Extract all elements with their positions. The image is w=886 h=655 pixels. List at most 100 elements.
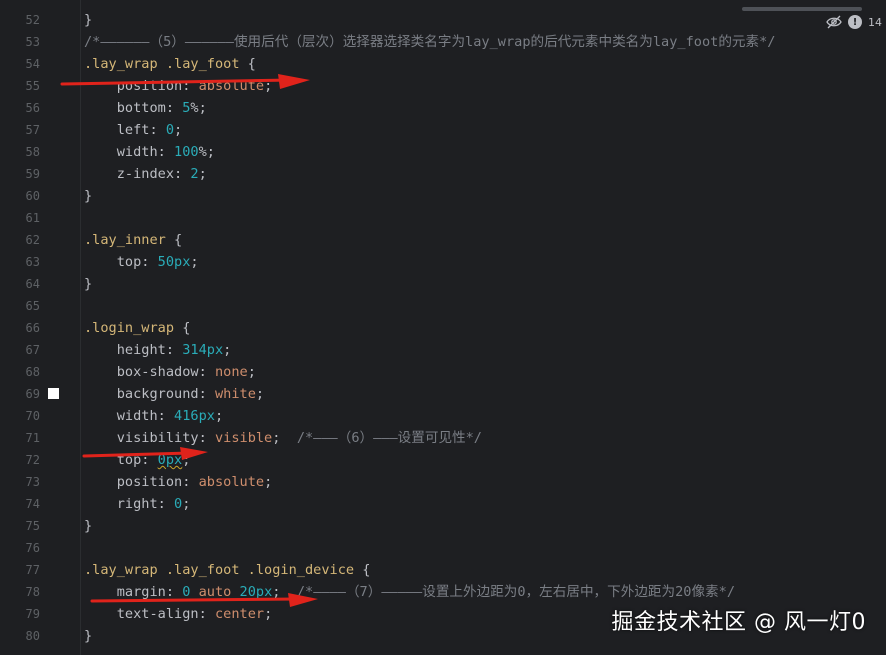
code-text: position: absolute;: [84, 75, 273, 97]
code-token: ;: [264, 78, 273, 94]
code-text: margin: 0 auto 20px; /*————（7）—————设置上外边…: [84, 581, 735, 603]
line-number: 54: [25, 57, 40, 71]
code-token: }: [84, 188, 93, 204]
code-line[interactable]: 53 /*——————（5）——————使用后代（层次）选择器选择类名字为lay_…: [0, 31, 886, 53]
code-line[interactable]: 62 .lay_inner {: [0, 229, 886, 251]
code-line[interactable]: 69 background: white;: [0, 383, 886, 405]
code-token: :: [149, 122, 166, 138]
code-text: text-align: center;: [84, 603, 273, 625]
code-line[interactable]: 61: [0, 207, 886, 229]
code-token: /*———（6）———设置可见性*/: [296, 430, 482, 446]
code-line[interactable]: 57 left: 0;: [0, 119, 886, 141]
code-line[interactable]: 74 right: 0;: [0, 493, 886, 515]
code-line[interactable]: 76: [0, 537, 886, 559]
code-token: position: [84, 474, 183, 490]
line-number: 56: [25, 101, 40, 115]
code-line[interactable]: 72 top: 0px;: [0, 449, 886, 471]
code-text: .lay_wrap .lay_foot .login_device {: [84, 559, 370, 581]
code-token: :: [141, 254, 158, 270]
code-token: /*————（7）—————设置上外边距为0，左右居中，下外边距为20像素*/: [296, 584, 736, 600]
code-token: right: [84, 496, 158, 512]
code-token: :: [198, 386, 215, 402]
code-token: margin: [84, 584, 166, 600]
code-token: ;: [272, 430, 297, 446]
code-line[interactable]: 66 .login_wrap {: [0, 317, 886, 339]
code-token: {: [239, 56, 256, 72]
code-token: ;: [198, 166, 207, 182]
code-line[interactable]: 64}: [0, 273, 886, 295]
line-number: 55: [25, 79, 40, 93]
watermark: 掘金技术社区 @ 风一灯0: [611, 610, 866, 635]
code-token: z-index: [84, 166, 175, 182]
code-token: top: [84, 452, 142, 468]
code-token: left: [84, 122, 150, 138]
code-line[interactable]: 65: [0, 295, 886, 317]
code-line[interactable]: 58 width: 100%;: [0, 141, 886, 163]
code-text: }: [84, 185, 92, 207]
code-line[interactable]: 77 .lay_wrap .lay_foot .login_device {: [0, 559, 886, 581]
code-token: ;: [272, 584, 297, 600]
code-token: text-align: [84, 606, 199, 622]
color-preview-swatch[interactable]: [48, 388, 59, 399]
code-line[interactable]: 68 box-shadow: none;: [0, 361, 886, 383]
code-token: }: [84, 276, 93, 292]
code-text: bottom: 5%;: [84, 97, 207, 119]
line-number: 53: [25, 35, 40, 49]
code-text: width: 100%;: [84, 141, 215, 163]
code-text: .lay_wrap .lay_foot {: [84, 53, 256, 75]
code-line[interactable]: 67 height: 314px;: [0, 339, 886, 361]
code-text: .lay_inner {: [84, 229, 182, 251]
code-line[interactable]: 59 z-index: 2;: [0, 163, 886, 185]
code-token: }: [84, 12, 93, 28]
line-number: 73: [25, 475, 40, 489]
code-token: 100: [174, 144, 199, 160]
line-number: 59: [25, 167, 40, 181]
code-token: }: [84, 518, 93, 534]
line-number: 63: [25, 255, 40, 269]
line-number: 70: [25, 409, 40, 423]
code-token: visibility: [84, 430, 199, 446]
code-text: visibility: visible; /*———（6）———设置可见性*/: [84, 427, 482, 449]
line-number: 61: [25, 211, 40, 225]
code-token: background: [84, 386, 199, 402]
line-number: 80: [25, 629, 40, 643]
line-number: 72: [25, 453, 40, 467]
code-line[interactable]: 78 margin: 0 auto 20px; /*————（7）—————设置…: [0, 581, 886, 603]
code-line[interactable]: 55 position: absolute;: [0, 75, 886, 97]
code-token: absolute: [198, 474, 265, 490]
code-text: height: 314px;: [84, 339, 232, 361]
code-text: box-shadow: none;: [84, 361, 256, 383]
code-text: .login_wrap {: [84, 317, 190, 339]
code-line[interactable]: 56 bottom: 5%;: [0, 97, 886, 119]
line-number: 69: [25, 387, 40, 401]
code-token: }: [84, 628, 93, 644]
code-token: %;: [198, 144, 215, 160]
code-line[interactable]: 70 width: 416px;: [0, 405, 886, 427]
code-text: right: 0;: [84, 493, 191, 515]
code-editor[interactable]: ! 14 52} 53/*——————（5）——————使用后代（层次）选择器选择…: [0, 0, 886, 655]
code-line[interactable]: 60}: [0, 185, 886, 207]
line-number: 60: [25, 189, 40, 203]
code-token: 314px: [182, 342, 224, 358]
code-line[interactable]: 63 top: 50px;: [0, 251, 886, 273]
code-line[interactable]: 54 .lay_wrap .lay_foot {: [0, 53, 886, 75]
code-line[interactable]: 71 visibility: visible; /*———（6）———设置可见性…: [0, 427, 886, 449]
code-token: 0: [174, 496, 183, 512]
code-token: width: [84, 144, 158, 160]
code-token: absolute: [198, 78, 265, 94]
code-token: :: [141, 452, 158, 468]
code-line[interactable]: 75}: [0, 515, 886, 537]
code-token: 20px: [239, 584, 273, 600]
code-token: ;: [255, 386, 265, 402]
code-token: ;: [182, 496, 191, 512]
line-number: 79: [25, 607, 40, 621]
code-token: white: [214, 386, 256, 402]
code-line[interactable]: 52}: [0, 9, 886, 31]
code-line[interactable]: 73 position: absolute;: [0, 471, 886, 493]
code-token: 416px: [174, 408, 215, 424]
code-token: :: [182, 474, 199, 490]
code-token: bottom: [84, 100, 166, 116]
code-token: height: [84, 342, 166, 358]
